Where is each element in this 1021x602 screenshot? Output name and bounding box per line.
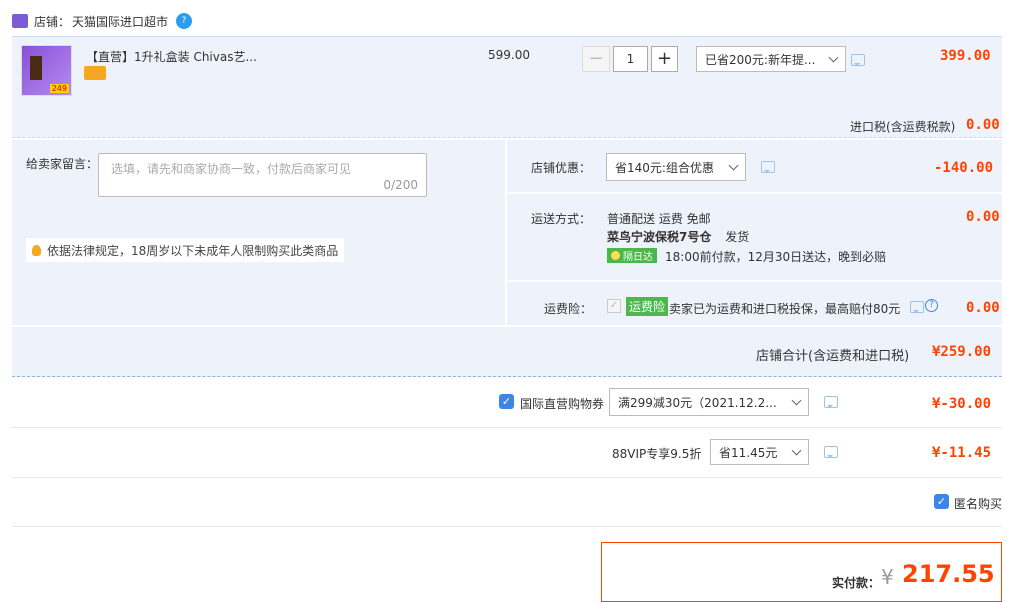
divider (507, 192, 1002, 194)
tax-value: 0.00 (966, 117, 1000, 133)
vip-select[interactable]: 省11.45元 (710, 439, 809, 465)
help-icon[interactable]: ? (925, 299, 938, 312)
bottle-image (30, 56, 42, 80)
insurance-checkbox[interactable]: ✓ (607, 299, 621, 313)
message-label: 给卖家留言： (26, 157, 99, 171)
delivery-eta: 18:00前付款，12月30日送达，晚到必赔 (665, 250, 887, 264)
qty-increase-button[interactable]: + (651, 46, 678, 72)
item-total: 399.00 (940, 48, 991, 64)
divider (12, 526, 1002, 527)
anonymous-checkbox[interactable]: ✓ (934, 494, 949, 509)
card-icon (84, 66, 106, 80)
insurance-label: 运费险： (544, 302, 593, 316)
qty-decrease-button[interactable]: − (582, 46, 610, 72)
item-promo-value: 已省200元:新年提... (705, 52, 816, 67)
shipping-amount: 0.00 (966, 209, 1000, 225)
next-day-badge: 隔日达 (607, 248, 657, 263)
vip-label: 88VIP专享9.5折 (612, 447, 702, 461)
ship-word: 发货 (725, 230, 750, 244)
message-icon[interactable] (824, 446, 838, 458)
tmall-shop-icon (12, 14, 28, 28)
chevron-down-icon (791, 445, 802, 455)
message-placeholder: 选填，请先和商家协商一致，付款后商家可见 (111, 162, 352, 176)
next-day-badge-text: 隔日达 (623, 252, 653, 263)
coupon-amount: ¥-30.00 (932, 396, 992, 412)
vip-value: 省11.45元 (719, 445, 778, 460)
product-thumbnail[interactable]: 249 (21, 45, 72, 96)
vip-amount: ¥-11.45 (932, 445, 992, 461)
coupon-checkbox[interactable]: ✓ (499, 394, 514, 409)
unit-price: 599.00 (488, 48, 530, 62)
insurance-badge: 运费险 (626, 297, 669, 316)
warehouse-name: 菜鸟宁波保税7号仓 (607, 230, 712, 244)
qty-input[interactable]: 1 (613, 46, 648, 72)
shop-discount-value: 省140元:组合优惠 (615, 160, 714, 175)
thumb-price-tag: 249 (49, 84, 69, 93)
divider (12, 427, 1002, 428)
pay-label: 实付款： (832, 576, 881, 590)
shop-discount-label: 店铺优惠： (531, 161, 592, 175)
shop-discount-select[interactable]: 省140元:组合优惠 (606, 153, 746, 181)
law-note: 依据法律规定，18周岁以下未成年人限制购买此类商品 (26, 238, 345, 262)
item-title[interactable]: 【直营】1升礼盒装 Chivas艺... (86, 48, 257, 65)
shop-header: 店铺： 天猫国际进口超市 ? (12, 12, 193, 30)
anonymous-label: 匿名购买 (954, 497, 1003, 511)
item-promo-select[interactable]: 已省200元:新年提... (696, 46, 846, 72)
message-icon[interactable] (824, 396, 838, 408)
shipping-line1: 普通配送 运费 免邮 (607, 212, 711, 226)
shop-total-amount: ¥259.00 (932, 344, 992, 360)
insurance-amount: 0.00 (966, 300, 1000, 316)
wangwang-chat-icon[interactable]: ? (176, 13, 193, 29)
message-icon[interactable] (910, 301, 924, 313)
clock-icon (611, 251, 620, 260)
coupon-label: 国际直营购物券 (520, 397, 605, 411)
chevron-down-icon (728, 160, 739, 170)
message-icon[interactable] (851, 54, 865, 66)
message-textarea[interactable]: 选填，请先和商家协商一致，付款后商家可见 0/200 (98, 153, 427, 197)
shop-name[interactable]: 天猫国际进口超市 (72, 13, 168, 30)
shipping-label: 运送方式： (531, 212, 592, 226)
chevron-down-icon (828, 52, 839, 62)
shop-label: 店铺： (34, 14, 71, 29)
bulb-icon (32, 244, 41, 256)
divider (12, 477, 1002, 478)
divider (507, 280, 1002, 282)
message-counter: 0/200 (383, 178, 418, 192)
tax-label: 进口税(含运费税款) (850, 120, 956, 134)
shop-total-label: 店铺合计(含运费和进口税) (756, 349, 910, 364)
coupon-select[interactable]: 满299减30元（2021.12.2... (609, 388, 809, 416)
chevron-down-icon (791, 395, 802, 405)
pay-amount: 217.55 (902, 560, 995, 588)
law-note-text: 依据法律规定，18周岁以下未成年人限制购买此类商品 (47, 243, 339, 258)
insurance-text: 卖家已为运费和进口税投保，最高赔付80元 (669, 302, 901, 316)
message-icon[interactable] (761, 161, 775, 173)
shipping-origin: 菜鸟宁波保税7号仓 发货 (607, 228, 749, 245)
coupon-value: 满299减30元（2021.12.2... (618, 395, 777, 410)
shop-discount-amount: -140.00 (934, 160, 994, 176)
pay-currency: ¥ (881, 565, 894, 589)
